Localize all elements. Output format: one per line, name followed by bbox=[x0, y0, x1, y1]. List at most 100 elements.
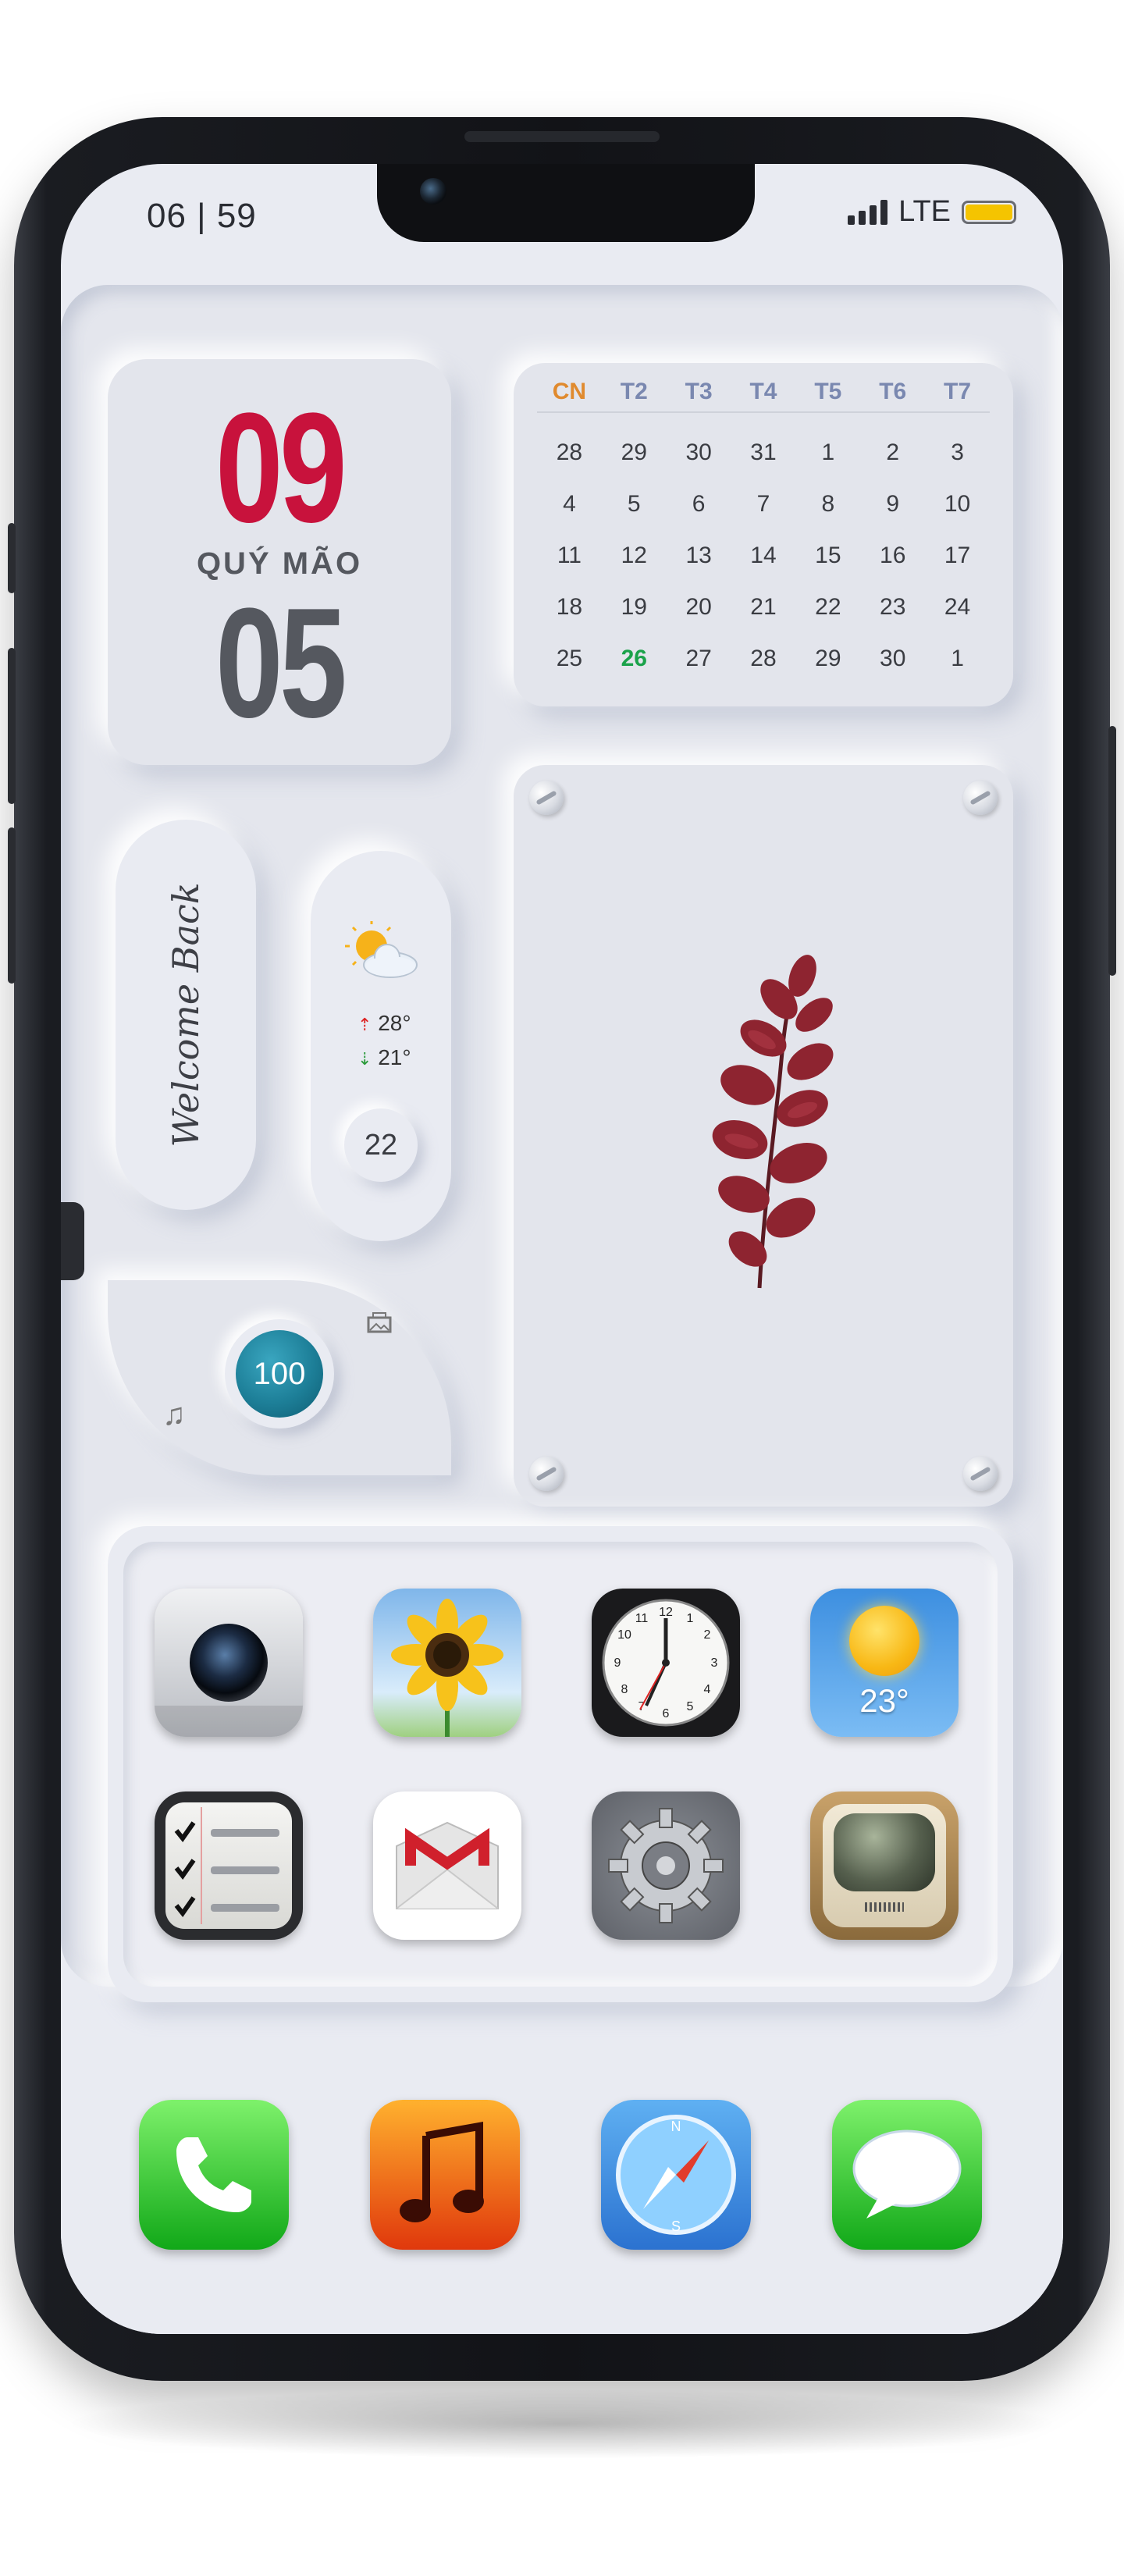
clock-icon: 1212 345 678 91011 bbox=[602, 1599, 730, 1727]
calendar-day[interactable]: 8 bbox=[795, 479, 860, 530]
messages-app-icon[interactable] bbox=[832, 2100, 982, 2250]
weekday-wednesday: T4 bbox=[749, 379, 777, 404]
sunflower-icon bbox=[391, 1599, 503, 1737]
app-grid-widget: 1212 345 678 91011 23° bbox=[108, 1526, 1013, 2002]
svg-text:2: 2 bbox=[704, 1628, 711, 1642]
weather-day-bubble: 22 bbox=[344, 1108, 418, 1182]
calendar-day[interactable]: 28 bbox=[537, 427, 602, 479]
calendar-day[interactable]: 14 bbox=[731, 530, 796, 582]
temperature-range: ⇡ 28° ⇣ 21° bbox=[357, 1007, 411, 1076]
photo-icon[interactable] bbox=[365, 1311, 393, 1335]
calendar-day[interactable]: 24 bbox=[925, 582, 990, 633]
weekday-saturday: T7 bbox=[944, 379, 972, 404]
calendar-day[interactable]: 1 bbox=[925, 633, 990, 685]
weekday-tuesday: T3 bbox=[685, 379, 713, 404]
status-time: 06 | 59 bbox=[147, 197, 257, 235]
signal-bars-icon bbox=[848, 199, 888, 225]
calendar-header: CN T2 T3 T4 T5 T6 T7 bbox=[537, 379, 990, 413]
mute-switch bbox=[8, 523, 16, 593]
calendar-day-today[interactable]: 26 bbox=[602, 633, 667, 685]
calendar-day[interactable]: 6 bbox=[667, 479, 731, 530]
calendar-day[interactable]: 28 bbox=[731, 633, 796, 685]
svg-text:S: S bbox=[671, 2218, 681, 2234]
red-leaf-branch-image bbox=[712, 955, 834, 1289]
photo-frame-widget[interactable] bbox=[514, 765, 1013, 1507]
month-number: 05 bbox=[215, 576, 347, 750]
phone-app-icon[interactable] bbox=[139, 2100, 289, 2250]
youtube-app-icon[interactable] bbox=[810, 1791, 959, 1940]
volume-up-button bbox=[8, 648, 16, 804]
safari-app-icon[interactable]: NS bbox=[601, 2100, 751, 2250]
speech-bubble-icon bbox=[852, 2129, 962, 2218]
calendar-day[interactable]: 10 bbox=[925, 479, 990, 530]
calendar-day[interactable]: 13 bbox=[667, 530, 731, 582]
calendar-day[interactable]: 3 bbox=[925, 427, 990, 479]
calendar-day[interactable]: 16 bbox=[860, 530, 925, 582]
svg-text:12: 12 bbox=[659, 1606, 673, 1619]
weather-widget[interactable]: ⇡ 28° ⇣ 21° 22 bbox=[311, 851, 451, 1241]
low-temp: 21° bbox=[378, 1045, 411, 1069]
svg-text:1: 1 bbox=[687, 1612, 694, 1625]
music-app-icon[interactable] bbox=[370, 2100, 520, 2250]
calendar-day[interactable]: 5 bbox=[602, 479, 667, 530]
home-screen: 06 | 59 LTE 09 QUÝ MÃO 05 CN T2 T3 T4 T5… bbox=[61, 164, 1063, 2334]
calendar-day[interactable]: 29 bbox=[795, 633, 860, 685]
calendar-day[interactable]: 2 bbox=[860, 427, 925, 479]
calendar-day[interactable]: 30 bbox=[860, 633, 925, 685]
svg-text:N: N bbox=[671, 2119, 681, 2134]
calendar-day[interactable]: 18 bbox=[537, 582, 602, 633]
calendar-day[interactable]: 1 bbox=[795, 427, 860, 479]
calendar-day[interactable]: 31 bbox=[731, 427, 796, 479]
welcome-text: Welcome Back bbox=[165, 882, 207, 1147]
volume-down-button bbox=[8, 827, 16, 984]
side-panel-handle[interactable] bbox=[61, 1202, 84, 1280]
calendar-day[interactable]: 27 bbox=[667, 633, 731, 685]
screw-icon bbox=[529, 781, 564, 815]
calendar-day[interactable]: 7 bbox=[731, 479, 796, 530]
calendar-day[interactable]: 22 bbox=[795, 582, 860, 633]
network-type: LTE bbox=[898, 195, 951, 228]
calendar-day[interactable]: 23 bbox=[860, 582, 925, 633]
calendar-day[interactable]: 15 bbox=[795, 530, 860, 582]
earpiece-speaker bbox=[464, 131, 660, 142]
calendar-widget[interactable]: CN T2 T3 T4 T5 T6 T7 28 29 30 31 1 2 3 4 5 6 7 8 9 10… bbox=[514, 363, 1013, 706]
clock-app-icon[interactable]: 1212 345 678 91011 bbox=[592, 1589, 740, 1737]
calendar-day[interactable]: 25 bbox=[537, 633, 602, 685]
gmail-app-icon[interactable] bbox=[373, 1791, 521, 1940]
calendar-day[interactable]: 17 bbox=[925, 530, 990, 582]
svg-text:9: 9 bbox=[614, 1656, 621, 1670]
svg-text:4: 4 bbox=[704, 1683, 711, 1696]
calendar-day[interactable]: 19 bbox=[602, 582, 667, 633]
weather-app-icon[interactable]: 23° bbox=[810, 1589, 959, 1737]
phone-icon bbox=[176, 2137, 251, 2212]
photos-app-icon[interactable] bbox=[373, 1589, 521, 1737]
music-note-icon[interactable]: ♫ bbox=[162, 1397, 186, 1432]
svg-text:11: 11 bbox=[635, 1612, 649, 1625]
weekday-friday: T6 bbox=[879, 379, 907, 404]
welcome-widget[interactable]: Welcome Back bbox=[116, 820, 256, 1210]
calendar-day[interactable]: 29 bbox=[602, 427, 667, 479]
calendar-day[interactable]: 9 bbox=[860, 479, 925, 530]
battery-icon bbox=[962, 200, 1016, 224]
checklist-icon bbox=[174, 1807, 279, 1924]
notch bbox=[377, 164, 755, 242]
svg-text:10: 10 bbox=[617, 1628, 631, 1642]
calendar-day[interactable]: 11 bbox=[537, 530, 602, 582]
calendar-day[interactable]: 30 bbox=[667, 427, 731, 479]
status-indicators: LTE bbox=[848, 195, 1016, 229]
high-temp: 28° bbox=[378, 1011, 411, 1035]
settings-app-icon[interactable] bbox=[592, 1791, 740, 1940]
gear-icon bbox=[608, 1808, 724, 1923]
svg-text:8: 8 bbox=[621, 1683, 628, 1696]
dock: NS bbox=[61, 2037, 1063, 2334]
camera-app-icon[interactable] bbox=[155, 1589, 303, 1737]
calendar-day[interactable]: 12 bbox=[602, 530, 667, 582]
calendar-day[interactable]: 20 bbox=[667, 582, 731, 633]
screw-icon bbox=[529, 1457, 564, 1491]
lunar-date-widget[interactable]: 09 QUÝ MÃO 05 bbox=[108, 359, 451, 765]
calendar-day[interactable]: 21 bbox=[731, 582, 796, 633]
reminders-app-icon[interactable] bbox=[155, 1791, 303, 1940]
gmail-envelope-icon bbox=[396, 1821, 499, 1909]
calendar-day[interactable]: 4 bbox=[537, 479, 602, 530]
weekday-monday: T2 bbox=[620, 379, 648, 404]
